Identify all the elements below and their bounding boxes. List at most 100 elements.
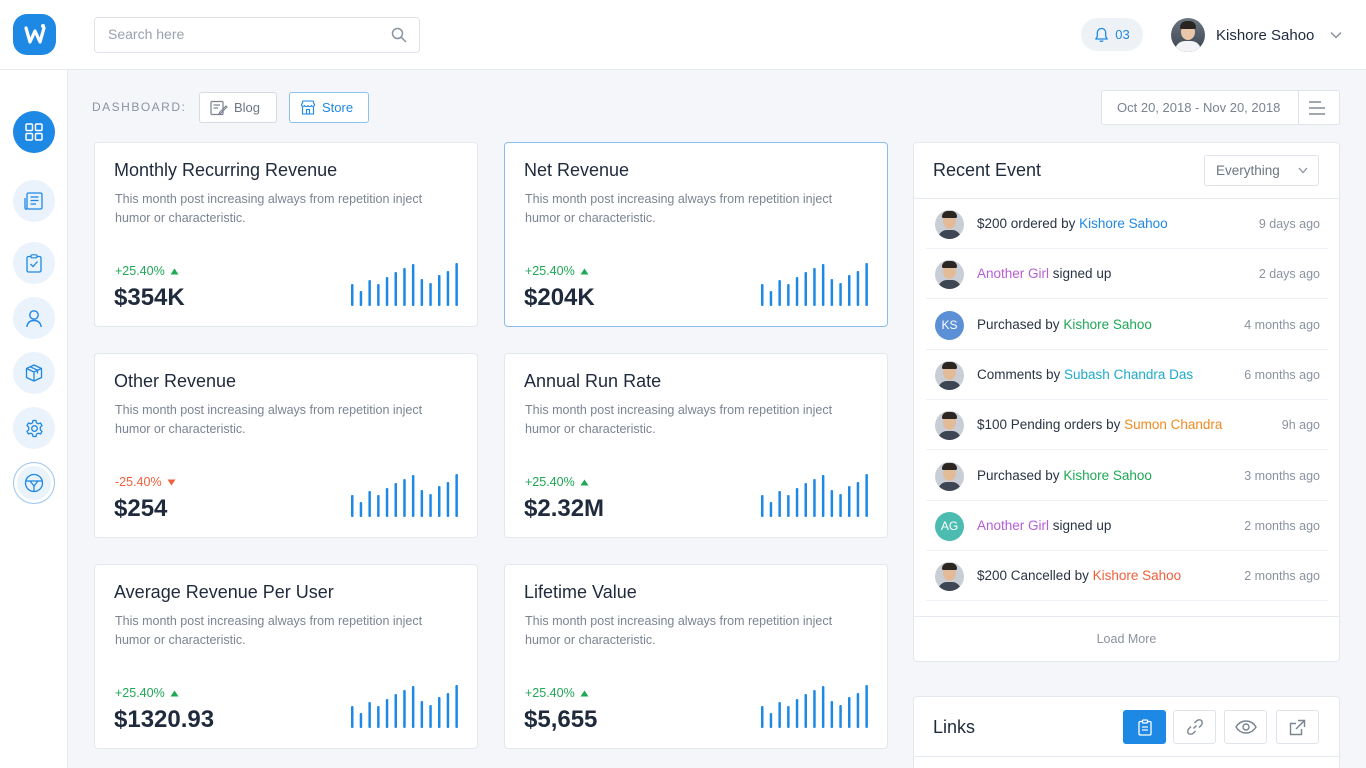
- sparkline-bar: [411, 475, 415, 517]
- card-title: Lifetime Value: [524, 582, 637, 602]
- sidebar-item-explore[interactable]: [13, 462, 55, 504]
- user-name: Kishore Sahoo: [1216, 26, 1315, 44]
- sparkline-bar: [761, 706, 764, 728]
- sidebar-item-tasks[interactable]: [13, 242, 55, 284]
- app-logo[interactable]: [13, 14, 56, 55]
- box-icon: [25, 364, 43, 382]
- event-row[interactable]: AG Another Girl signed up 2 months ago: [926, 501, 1328, 551]
- event-prefix: Comments by: [977, 366, 1065, 382]
- sparkline-bar: [848, 697, 851, 728]
- card-description: This month post increasing always from r…: [115, 192, 423, 225]
- store-icon: [300, 100, 316, 115]
- event-text: Another Girl signed up: [977, 266, 1111, 281]
- sparkline-bar: [804, 483, 807, 517]
- store-button[interactable]: Store: [289, 92, 369, 123]
- sparkline-bar: [787, 495, 790, 517]
- event-row[interactable]: KS Purchased by Kishore Sahoo 4 months ago: [926, 300, 1328, 350]
- event-user-link[interactable]: Subash Chandra Das: [1064, 367, 1193, 382]
- menu-icon[interactable]: [1308, 100, 1326, 116]
- sparkline-bar: [394, 483, 397, 517]
- avatar: [935, 411, 964, 441]
- sparkline-bar: [804, 694, 807, 728]
- sparkline-chart: [761, 474, 868, 517]
- avatar: [935, 260, 964, 290]
- divider: [914, 756, 1339, 757]
- sparkline-bar: [403, 268, 406, 306]
- metric-card[interactable]: Other Revenue This month post increasing…: [94, 353, 478, 538]
- event-user-link[interactable]: Kishore Sahoo: [1093, 568, 1182, 583]
- sparkline-bar: [351, 706, 354, 728]
- sparkline-bar: [420, 490, 424, 517]
- sparkline-bar: [403, 479, 406, 517]
- compass-icon: [24, 473, 44, 493]
- sidebar-item-documents[interactable]: [13, 180, 55, 222]
- sidebar-item-products[interactable]: [13, 352, 55, 394]
- card-description: This month post increasing always from r…: [525, 403, 833, 436]
- event-user-link[interactable]: Kishore Sahoo: [1063, 317, 1152, 332]
- load-more-button[interactable]: Load More: [914, 632, 1339, 646]
- clipboard-button[interactable]: [1123, 710, 1166, 744]
- user-menu[interactable]: Kishore Sahoo: [1171, 18, 1342, 52]
- clipboard-check-icon: [26, 253, 42, 273]
- event-filter-select[interactable]: Everything: [1204, 155, 1319, 186]
- sparkline-bar: [420, 701, 424, 728]
- gear-icon: [25, 419, 43, 437]
- sparkline-bar: [377, 495, 380, 517]
- metric-card[interactable]: Average Revenue Per User This month post…: [94, 564, 478, 749]
- sparkline-bar: [446, 482, 450, 517]
- sidebar-item-settings[interactable]: [13, 407, 55, 449]
- clipboard-icon: [1137, 718, 1152, 736]
- divider: [1298, 91, 1299, 124]
- event-row[interactable]: $200 Cancelled by Kishore Sahoo 2 months …: [926, 551, 1328, 602]
- sidebar-item-dashboard[interactable]: [13, 111, 55, 153]
- sparkline-bar: [377, 284, 380, 306]
- event-text: Purchased by Kishore Sahoo: [977, 468, 1152, 483]
- sparkline-chart: [351, 263, 458, 306]
- sparkline-bar: [821, 475, 825, 517]
- event-time: 2 days ago: [1258, 267, 1320, 282]
- change-value: +25.40%: [115, 264, 165, 278]
- sparkline-bar: [769, 713, 773, 728]
- search-input[interactable]: [108, 26, 378, 42]
- sparkline-bar: [368, 491, 371, 517]
- event-time: 2 months ago: [1244, 569, 1320, 584]
- user-icon: [26, 309, 42, 327]
- metric-card[interactable]: Monthly Recurring Revenue This month pos…: [94, 142, 478, 327]
- event-user-link[interactable]: Sumon Chandra: [1124, 417, 1222, 432]
- link-icon: [1186, 719, 1203, 735]
- event-user-link[interactable]: Another Girl: [977, 518, 1049, 533]
- blog-button[interactable]: Blog: [199, 92, 277, 123]
- logo-icon: [23, 23, 46, 44]
- search-icon[interactable]: [391, 27, 407, 43]
- sparkline-bar: [778, 702, 781, 728]
- sparkline-bar: [839, 494, 842, 517]
- sidebar-item-users[interactable]: [13, 297, 55, 339]
- event-user-link[interactable]: Kishore Sahoo: [1063, 468, 1152, 483]
- open-external-button[interactable]: [1276, 710, 1319, 744]
- eye-icon: [1234, 720, 1257, 734]
- avatar: [935, 360, 964, 390]
- event-row[interactable]: $100 Pending orders by Sumon Chandra 9h a…: [926, 400, 1328, 451]
- sidebar: [0, 70, 68, 768]
- event-row[interactable]: Purchased by Kishore Sahoo 3 months ago: [926, 451, 1328, 501]
- link-button[interactable]: [1173, 710, 1216, 744]
- chevron-down-icon: [1298, 167, 1308, 174]
- card-description: This month post increasing always from r…: [115, 614, 423, 647]
- metric-card[interactable]: Lifetime Value This month post increasin…: [504, 564, 888, 749]
- sparkline-bar: [813, 268, 816, 306]
- event-user-link[interactable]: Kishore Sahoo: [1079, 216, 1168, 231]
- notifications-button[interactable]: 03: [1081, 18, 1143, 51]
- edit-document-icon: [210, 100, 228, 115]
- metric-card[interactable]: Annual Run Rate This month post increasi…: [504, 353, 888, 538]
- event-row[interactable]: Another Girl signed up 2 days ago: [926, 249, 1328, 300]
- view-button[interactable]: [1224, 710, 1267, 744]
- card-value: $1320.93: [114, 706, 215, 733]
- avatar: KS: [935, 310, 964, 340]
- event-row[interactable]: Comments by Subash Chandra Das 6 months a…: [926, 350, 1328, 400]
- date-range-picker[interactable]: Oct 20, 2018 - Nov 20, 2018: [1101, 90, 1340, 125]
- metric-card[interactable]: Net Revenue This month post increasing a…: [504, 142, 888, 327]
- sparkline-bar: [385, 277, 389, 306]
- event-user-link[interactable]: Another Girl: [977, 266, 1049, 281]
- sparkline-bar: [446, 693, 450, 728]
- event-row[interactable]: $200 ordered by Kishore Sahoo 9 days ago: [926, 199, 1328, 249]
